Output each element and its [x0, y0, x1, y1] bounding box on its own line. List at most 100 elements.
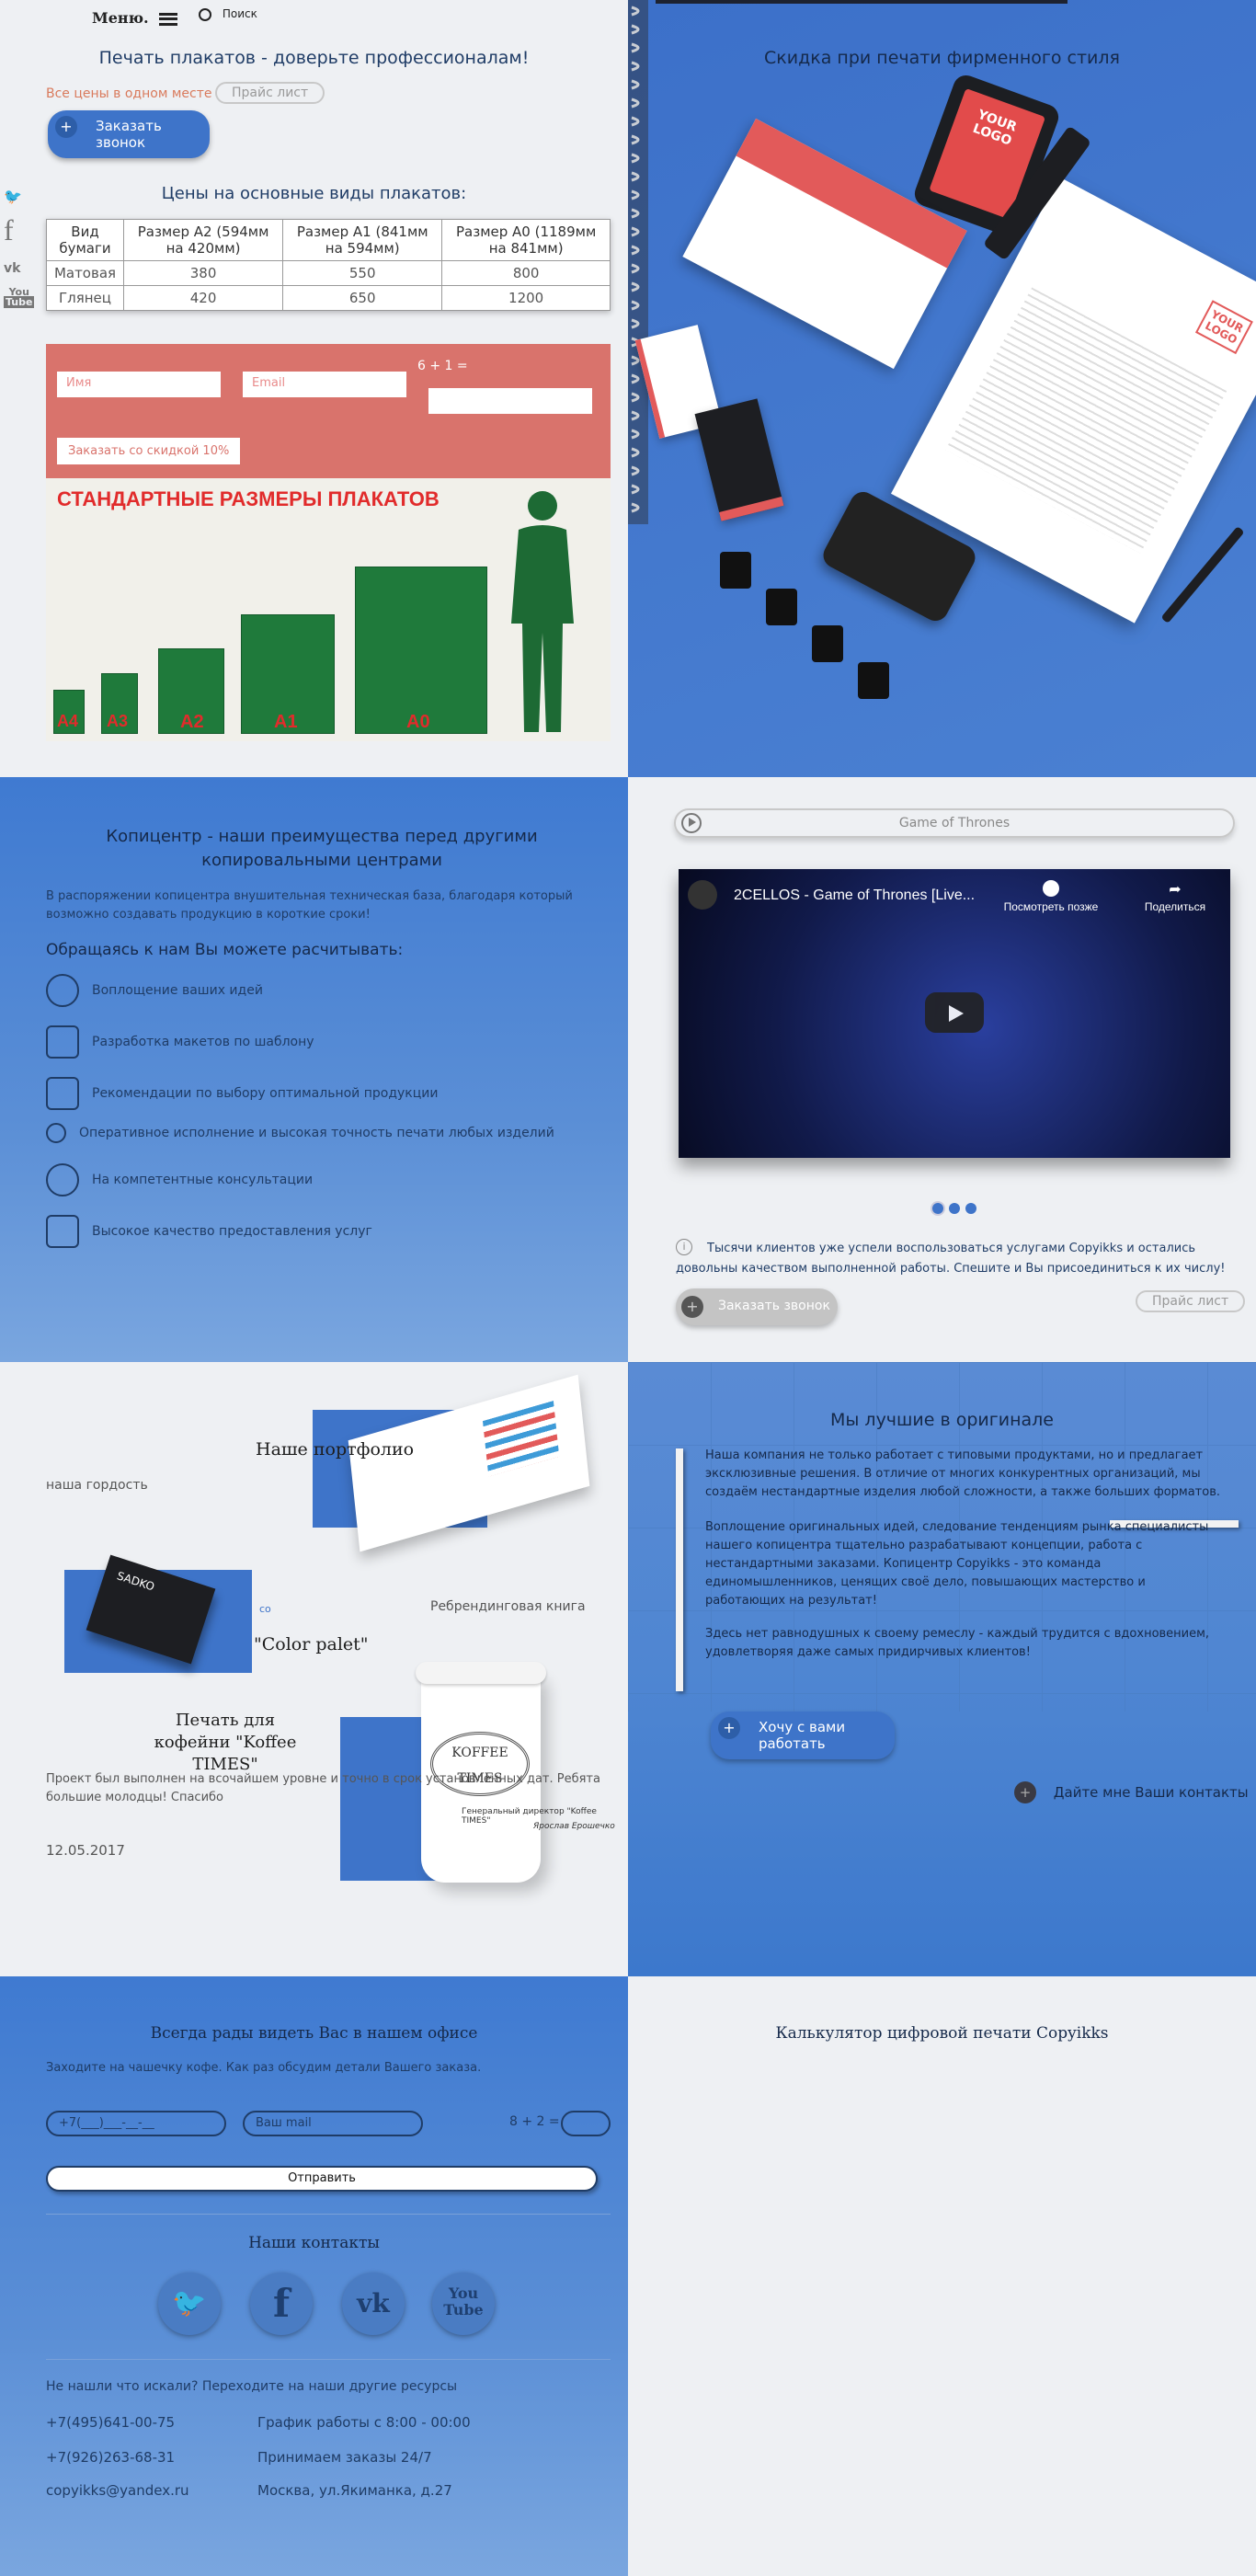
vk-icon[interactable]: vk [4, 261, 20, 276]
best-paragraph-2: Воплощение оригинальных идей, следование… [705, 1520, 1209, 1608]
vk-icon[interactable]: vk [342, 2273, 405, 2335]
advantages-title: Копицентр - наши преимущества перед друг… [106, 827, 538, 870]
youtube-icon[interactable]: You Tube [4, 287, 35, 308]
mail-input[interactable]: Ваш mail [243, 2111, 423, 2136]
email-link[interactable]: copyikks@yandex.ru [46, 2482, 189, 2499]
table-header-row: Вид бумаги Размер А2 (594мм на 420мм) Ра… [46, 219, 611, 261]
search-icon [199, 7, 211, 21]
video-title: 2CELLOS - Game of Thrones [Live... [734, 887, 976, 903]
callback-button[interactable]: + Заказать звонок [48, 110, 210, 158]
divider [46, 2214, 611, 2215]
advantage-label: Рекомендации по выбору оптимальной проду… [92, 1086, 439, 1101]
video-player[interactable]: 2CELLOS - Game of Thrones [Live... Посмо… [679, 869, 1230, 1158]
plus-icon: + [718, 1717, 740, 1739]
work-with-us-button[interactable]: + Хочу с вами работать [711, 1712, 895, 1759]
phone-1[interactable]: +7(495)641-00-75 [46, 2414, 175, 2431]
size-label: A3 [107, 712, 129, 730]
office-submit-button[interactable]: Отправить [46, 2166, 598, 2192]
work-with-us-label: Хочу с вами работать [759, 1719, 846, 1752]
prices-heading: Цены на основные виды плакатов: [161, 184, 467, 203]
contacts-cta-button[interactable]: + Дайте мне Ваши контакты [1014, 1781, 1249, 1803]
brush-icon [46, 1123, 66, 1143]
project-date: 12.05.2017 [46, 1842, 125, 1859]
table-cell: 800 [441, 260, 611, 286]
watch-later-label: Посмотреть позже [1003, 900, 1099, 913]
binder-clip [766, 589, 797, 625]
video-price-button[interactable]: Прайс лист [1136, 1290, 1246, 1312]
best-paragraph-3: Здесь нет равнодушных к своему ремеслу -… [705, 1627, 1210, 1659]
share-button[interactable]: ➦ Поделиться [1129, 880, 1221, 913]
watch-later-button[interactable]: Посмотреть позже [1000, 880, 1102, 913]
best-paragraph-1: Наша компания не только работает с типов… [705, 1448, 1220, 1499]
lightbulb-icon [46, 974, 79, 1007]
binder-clip [812, 625, 843, 662]
working-hours: График работы с 8:00 - 00:00 [257, 2414, 471, 2431]
office-captcha-input[interactable] [561, 2111, 611, 2136]
carousel-dot[interactable] [932, 1203, 943, 1214]
captcha-label: 6 + 1 = [417, 359, 468, 373]
carousel-dot[interactable] [949, 1203, 960, 1214]
discount-form: Имя Email 6 + 1 = Заказать со скидкой 10… [46, 344, 611, 478]
advantage-label: На компетентные консультации [92, 1173, 314, 1187]
table-header-cell: Размер А1 (841мм на 594мм) [282, 219, 443, 261]
youtube-play-button[interactable] [925, 992, 984, 1033]
carousel-dot[interactable] [965, 1203, 976, 1214]
table-cell: 380 [122, 260, 284, 286]
size-label: A4 [57, 712, 79, 730]
email-input[interactable]: Email [243, 372, 406, 397]
advantage-item: Оперативное исполнение и высокая точност… [46, 1123, 554, 1143]
office-intro: Заходите на чашечку кофе. Как раз обсуди… [46, 2061, 482, 2075]
phone-2[interactable]: +7(926)263-68-31 [46, 2449, 175, 2466]
director-name: Ярослав Ерошечко [533, 1822, 615, 1831]
facebook-icon[interactable]: f [250, 2273, 313, 2335]
advantage-item: Высокое качество предоставления услуг [46, 1215, 372, 1248]
table-header-cell: Вид бумаги [46, 219, 124, 261]
playlist-bar[interactable]: Game of Thrones [674, 808, 1235, 838]
plus-icon: + [1014, 1781, 1036, 1803]
portfolio-subtitle: наша гордость [46, 1478, 148, 1493]
advantages-section: Копицентр - наши преимущества перед друг… [0, 777, 628, 1362]
table-header-cell: Размер А2 (594мм на 420мм) [122, 219, 284, 261]
discount-submit-button[interactable]: Заказать со скидкой 10% [57, 438, 241, 464]
search-button[interactable]: Поиск [199, 7, 257, 21]
table-header-cell: Размер А0 (1189мм на 841мм) [441, 219, 611, 261]
youtube-icon[interactable]: You Tube [432, 2273, 495, 2335]
advantage-item: На компетентные консультации [46, 1163, 313, 1196]
poster-sizes-image: СТАНДАРТНЫЕ РАЗМЕРЫ ПЛАКАТОВ A4 A3 A2 A1… [46, 478, 611, 741]
office-title: Всегда рады видеть Вас в нашем офисе [150, 2024, 478, 2043]
name-input[interactable]: Имя [57, 372, 221, 397]
twitter-icon[interactable]: 🐦 [158, 2273, 221, 2335]
plus-icon: + [681, 1296, 703, 1318]
posters-section: Меню. Поиск 🐦 f vk You Tube Печать плакат… [0, 0, 628, 777]
video-callback-button[interactable]: + Заказать звонок [676, 1288, 838, 1325]
menu-button[interactable]: Меню. [92, 9, 178, 27]
captcha-input[interactable] [428, 388, 592, 414]
size-label: A0 [406, 712, 430, 732]
price-list-button[interactable]: Прайс лист [215, 82, 325, 104]
all-prices-link[interactable]: Все цены в одном месте [46, 86, 211, 101]
letterhead-logo: YOUR LOGO [1194, 300, 1253, 355]
phone-input[interactable]: +7(___)___-__-__ [46, 2111, 226, 2136]
vertical-bar [676, 1448, 683, 1691]
testimonial-text: Тысячи клиентов уже успели воспользовать… [676, 1242, 1226, 1276]
callback-label: Заказать звонок [96, 118, 162, 151]
color-palet-label: "Color palet" [254, 1634, 369, 1654]
hero-title: Печать плакатов - доверьте профессионала… [98, 48, 530, 68]
facebook-icon[interactable]: f [4, 213, 14, 247]
branding-section: Скидка при печати фирменного стиля YOUR … [628, 0, 1256, 777]
advantages-intro: В распоряжении копицентра внушительная т… [46, 889, 573, 922]
top-dark-strip [656, 0, 1068, 4]
spiral-binding [628, 0, 648, 524]
not-found-text: Не нашли что искали? Переходите на наши … [46, 2379, 458, 2394]
branding-title: Скидка при печати фирменного стиля [764, 48, 1120, 68]
contacts-cta-label: Дайте мне Ваши контакты [1053, 1784, 1249, 1801]
hamburger-icon [159, 12, 178, 26]
channel-avatar [688, 880, 717, 910]
video-callback-label: Заказать звонок [718, 1299, 830, 1313]
table-cell: 420 [122, 285, 284, 311]
portfolio-section: Наше портфолио наша гордость SADKO co Ре… [0, 1362, 628, 1976]
coffee-text: Проект был выполнен на всочайшем уровне … [46, 1772, 600, 1804]
size-label: A2 [180, 712, 204, 732]
advantage-label: Высокое качество предоставления услуг [92, 1224, 372, 1239]
card-brand: SADKO [115, 1569, 156, 1594]
